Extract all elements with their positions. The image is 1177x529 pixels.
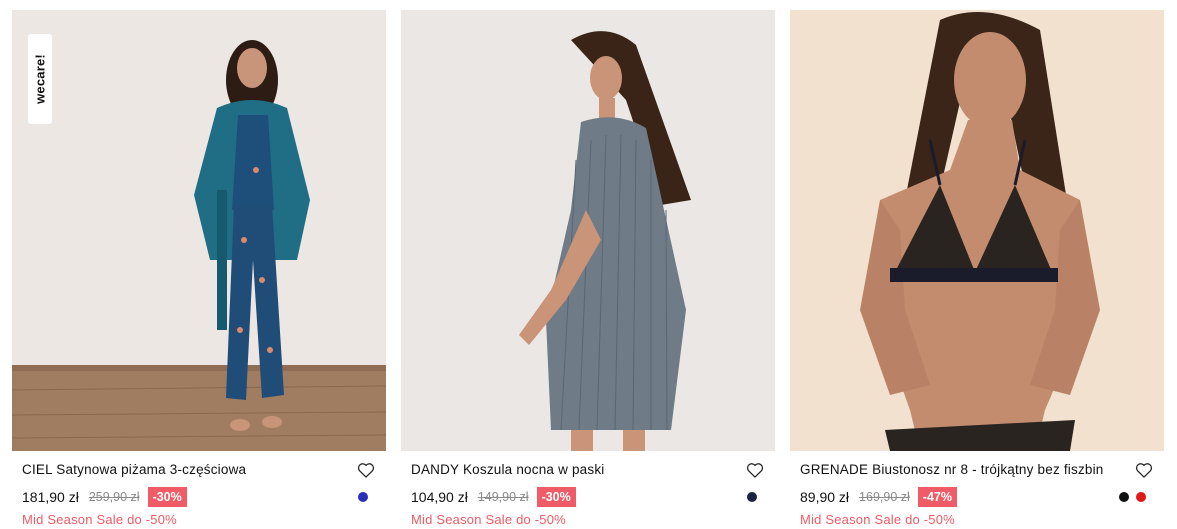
product-title[interactable]: DANDY Koszula nocna w paski [411, 459, 765, 481]
wecare-badge-label: wecare! [32, 54, 48, 104]
product-info: CIEL Satynowa piżama 3-częściowa 181,90 … [22, 459, 376, 529]
product-image[interactable]: wecare! [12, 10, 386, 451]
color-swatches [358, 492, 368, 502]
product-title[interactable]: GRENADE Biustonosz nr 8 - trójkątny bez … [800, 459, 1154, 481]
color-swatches [1119, 492, 1146, 502]
price-row: 89,90 zł 169,90 zł -47% [800, 485, 1154, 509]
current-price: 104,90 zł [411, 489, 468, 505]
heart-outline-icon[interactable] [1134, 460, 1154, 480]
color-swatch[interactable] [358, 492, 368, 502]
product-grid: wecare! CIEL Satynowa piżama 3-częściowa… [12, 10, 1165, 529]
product-card[interactable]: GRENADE Biustonosz nr 8 - trójkątny bez … [790, 10, 1164, 529]
product-card[interactable]: wecare! CIEL Satynowa piżama 3-częściowa… [12, 10, 386, 529]
price-row: 104,90 zł 149,90 zł -30% [411, 485, 765, 509]
discount-badge: -30% [536, 487, 576, 507]
color-swatch[interactable] [1119, 492, 1129, 502]
product-title[interactable]: CIEL Satynowa piżama 3-częściowa [22, 459, 376, 481]
color-swatch[interactable] [747, 492, 757, 502]
promo-text: Mid Season Sale do -50% [411, 512, 566, 527]
old-price: 169,90 zł [859, 490, 910, 504]
color-swatch[interactable] [1136, 492, 1146, 502]
color-swatches [747, 492, 757, 502]
product-info: DANDY Koszula nocna w paski 104,90 zł 14… [411, 459, 765, 529]
old-price: 149,90 zł [477, 490, 529, 504]
product-info: GRENADE Biustonosz nr 8 - trójkątny bez … [800, 459, 1154, 529]
product-card[interactable]: DANDY Koszula nocna w paski 104,90 zł 14… [401, 10, 775, 529]
product-image[interactable] [401, 10, 775, 451]
discount-badge: -30% [147, 487, 187, 507]
current-price: 181,90 zł [22, 489, 79, 505]
promo-text: Mid Season Sale do -50% [800, 512, 955, 527]
old-price: 259,90 zł [88, 490, 140, 504]
promo-text: Mid Season Sale do -50% [22, 512, 177, 527]
heart-outline-icon[interactable] [356, 460, 376, 480]
wecare-badge: wecare! [28, 34, 52, 124]
discount-badge: -47% [917, 487, 957, 507]
current-price: 89,90 zł [800, 489, 850, 505]
heart-outline-icon[interactable] [745, 460, 765, 480]
price-row: 181,90 zł 259,90 zł -30% [22, 485, 376, 509]
product-image[interactable] [790, 10, 1164, 451]
